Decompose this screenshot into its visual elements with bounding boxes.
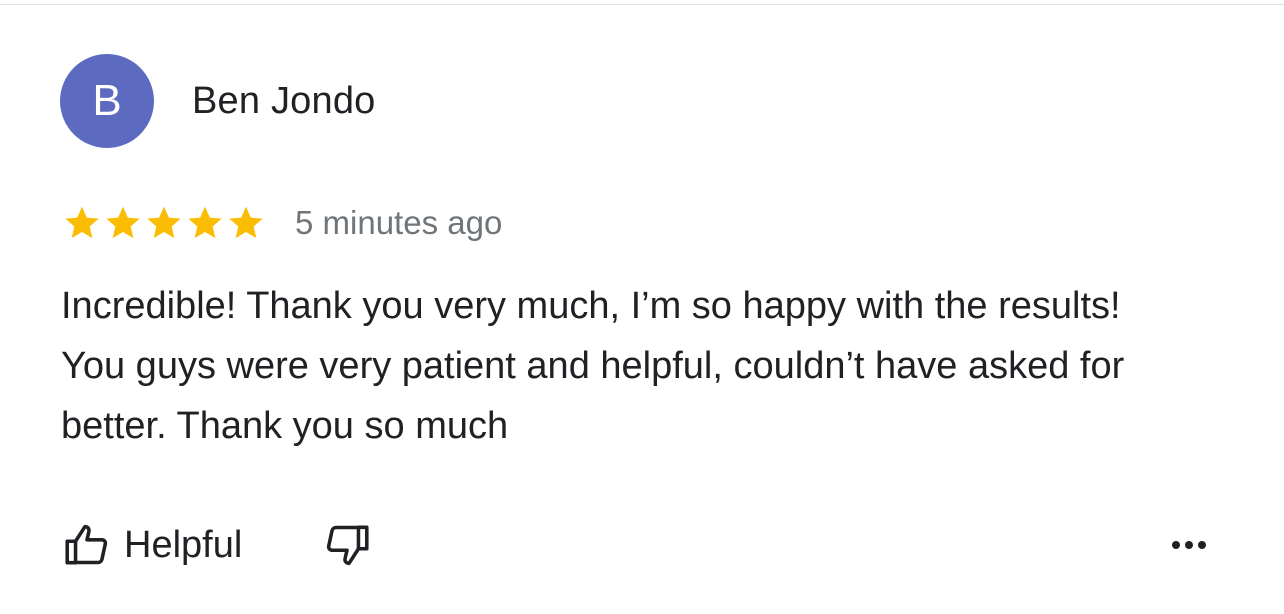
avatar[interactable]: B xyxy=(60,54,154,148)
more-options-button[interactable] xyxy=(1162,528,1216,562)
helpful-button[interactable]: Helpful xyxy=(62,520,242,570)
more-options-icon xyxy=(1198,541,1206,549)
more-options-icon xyxy=(1185,541,1193,549)
star-icon xyxy=(106,206,140,239)
review-header: B Ben Jondo xyxy=(60,54,376,148)
more-options-icon xyxy=(1172,541,1180,549)
unhelpful-button[interactable] xyxy=(322,520,372,570)
review-card: B Ben Jondo 5 minutes ago Incredible! Th… xyxy=(0,0,1284,614)
star-icon xyxy=(65,206,99,239)
review-text: Incredible! Thank you very much, I’m so … xyxy=(61,285,1125,447)
avatar-letter: B xyxy=(92,76,122,125)
thumbs-down-icon xyxy=(327,525,369,566)
rating-row: 5 minutes ago xyxy=(62,200,502,246)
star-icon xyxy=(229,206,263,239)
star-icon xyxy=(147,206,181,239)
thumbs-up-icon xyxy=(65,524,108,565)
author-name[interactable]: Ben Jondo xyxy=(192,80,376,123)
divider xyxy=(0,4,1284,5)
helpful-label: Helpful xyxy=(124,523,243,566)
star-rating xyxy=(62,203,267,243)
review-actions: Helpful xyxy=(62,515,372,575)
star-icon xyxy=(188,206,222,239)
review-timestamp: 5 minutes ago xyxy=(295,204,503,241)
